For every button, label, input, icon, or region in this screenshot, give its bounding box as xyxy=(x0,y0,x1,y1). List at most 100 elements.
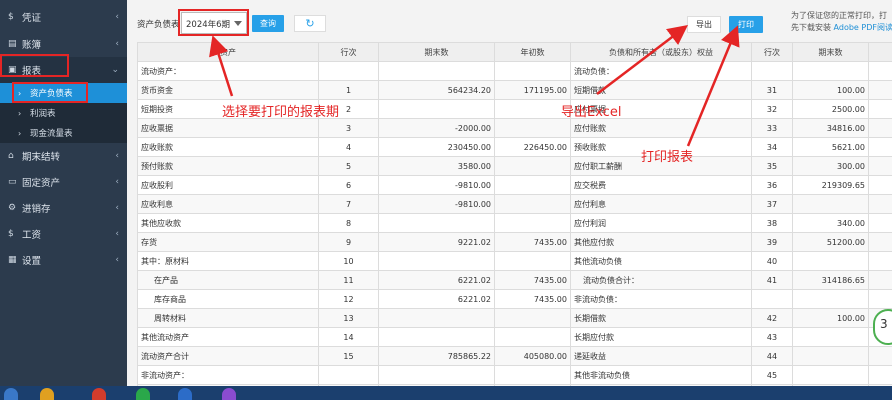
column-header: 行次 xyxy=(751,42,793,62)
table-cell xyxy=(378,251,495,271)
table-cell xyxy=(378,213,495,233)
table-cell: 15 xyxy=(318,346,379,366)
sidebar-item-settings[interactable]: ▦ 设置 ‹ xyxy=(0,247,127,273)
table-cell: 31 xyxy=(751,80,793,100)
table-cell: 1 xyxy=(318,80,379,100)
adobe-pdf-link[interactable]: Adobe PDF阅读 xyxy=(834,23,892,32)
chevron-left-icon: ‹ xyxy=(115,255,119,265)
sub-item-label: 利润表 xyxy=(30,109,56,119)
table-cell: 37 xyxy=(751,194,793,214)
table-cell: 3 xyxy=(318,118,379,138)
table-cell: 6221.02 xyxy=(378,270,495,290)
table-cell xyxy=(494,365,571,385)
sidebar-item-monitor[interactable]: ▭ 固定资产 ‹ xyxy=(0,169,127,195)
table-row: 流动资产合计 15 785865.22 405080.00 递延收益 44 xyxy=(137,346,892,366)
table-cell xyxy=(378,99,495,119)
table-cell xyxy=(792,251,869,271)
sidebar-item-label: 账簿 xyxy=(22,40,42,51)
export-button[interactable]: 导出 xyxy=(687,16,721,33)
table-cell: -2000.00 xyxy=(378,118,495,138)
sub-item-1[interactable]: › 利润表 xyxy=(0,103,127,123)
refresh-icon: ↻ xyxy=(305,17,315,30)
annotation-print-report: 打印报表 xyxy=(641,150,694,165)
sidebar-item-label: 凭证 xyxy=(22,13,42,24)
table-cell: 应付利息 xyxy=(570,194,752,214)
table-cell xyxy=(792,61,869,81)
sidebar-item-label: 设置 xyxy=(22,256,42,267)
table-cell xyxy=(318,365,379,385)
table-cell xyxy=(494,99,571,119)
browser-icon[interactable] xyxy=(178,388,192,400)
print-button[interactable]: 打印 xyxy=(729,16,763,33)
annotation-export-excel: 导出Excel xyxy=(561,105,622,120)
table-cell: 非流动资产： xyxy=(137,365,319,385)
table-cell: 6221.02 xyxy=(378,289,495,309)
table-cell: 12 xyxy=(318,289,379,309)
table-cell: 300.00 xyxy=(792,156,869,176)
table-cell: 42 xyxy=(751,308,793,328)
table-cell xyxy=(792,289,869,309)
dollar-icon: $ xyxy=(8,12,14,22)
table-cell: 39 xyxy=(751,232,793,252)
table-cell xyxy=(494,327,571,347)
sidebar-item-salary[interactable]: $ 工资 ‹ xyxy=(0,221,127,247)
refresh-button[interactable]: ↻ xyxy=(294,15,326,32)
table-cell: 14202.80 xyxy=(868,175,892,195)
table-cell: 45 xyxy=(751,365,793,385)
floating-widget[interactable]: 3 xyxy=(873,309,892,345)
table-cell: 40 xyxy=(751,251,793,271)
table-cell: 32 xyxy=(751,99,793,119)
table-cell xyxy=(792,194,869,214)
table-row: 其中：原材料 10 其他流动负债 40 xyxy=(137,251,892,271)
table-row: 流动资产： 流动负债： xyxy=(137,61,892,81)
sidebar-item-period[interactable]: ⌂ 期末结转 ‹ xyxy=(0,143,127,169)
table-row: 货币资金 1 564234.20 171195.00 短期借款 31 100.00 xyxy=(137,80,892,100)
column-header: 期末数 xyxy=(792,42,869,62)
column-header: 行次 xyxy=(318,42,379,62)
table-cell: 5 xyxy=(318,156,379,176)
table-cell xyxy=(494,156,571,176)
table-cell: 405080.00 xyxy=(494,346,571,366)
table-cell: 流动负债合计： xyxy=(570,270,752,290)
table-cell: 9 xyxy=(318,232,379,252)
table-cell: 其他流动资产 xyxy=(137,327,319,347)
table-cell xyxy=(868,289,892,309)
sidebar-item-inventory[interactable]: ⚙ 进销存 ‹ xyxy=(0,195,127,221)
chevron-right-icon: › xyxy=(18,128,22,138)
table-cell: 4 xyxy=(318,137,379,157)
table-cell xyxy=(378,308,495,328)
table-cell: 预付账款 xyxy=(137,156,319,176)
table-cell: 340.00 xyxy=(792,213,869,233)
media-icon[interactable] xyxy=(222,388,236,400)
balance-sheet-table: 资产行次期末数年初数负债和所有者（或股东）权益行次期末数年初数 流动资产：流动负… xyxy=(137,42,892,400)
query-button[interactable]: 查询 xyxy=(252,15,284,32)
table-cell xyxy=(868,80,892,100)
table-cell: 7435.00 xyxy=(494,289,571,309)
table-cell: 230450.00 xyxy=(378,137,495,157)
sidebar-item-dollar[interactable]: $ 凭证 ‹ xyxy=(0,0,127,31)
start-icon[interactable] xyxy=(4,388,18,400)
chevron-left-icon: ‹ xyxy=(115,203,119,213)
table-cell xyxy=(378,327,495,347)
table-cell: 51200.00 xyxy=(792,232,869,252)
highlight-report-menu xyxy=(0,54,69,77)
table-cell: 11 xyxy=(318,270,379,290)
column-header: 负债和所有者（或股东）权益 xyxy=(570,42,752,62)
table-cell: 564234.20 xyxy=(378,80,495,100)
folder-icon[interactable] xyxy=(40,388,54,400)
table-cell: 应收股利 xyxy=(137,175,319,195)
app-icon[interactable] xyxy=(92,388,106,400)
period-icon: ⌂ xyxy=(8,151,14,161)
chat-icon[interactable] xyxy=(136,388,150,400)
table-cell xyxy=(792,365,869,385)
table-cell: 5621.00 xyxy=(792,137,869,157)
chevron-down-icon: ⌄ xyxy=(111,65,119,75)
table-cell: 在产品 xyxy=(137,270,319,290)
table-cell: 1000.00 xyxy=(868,232,892,252)
table-row: 存货99221.027435.00其他应付款3951200.001000.00 xyxy=(137,232,892,252)
table-cell xyxy=(494,213,571,233)
sub-item-2[interactable]: › 现金流量表 xyxy=(0,123,127,143)
table-cell: 7621.00 xyxy=(868,137,892,157)
table-cell xyxy=(318,61,379,81)
app-window: $ 凭证 ‹ ▤ 账簿 ‹ ▣ 报表 ⌄ › 资产负债表 › 利润表 › 现金流… xyxy=(0,0,892,400)
